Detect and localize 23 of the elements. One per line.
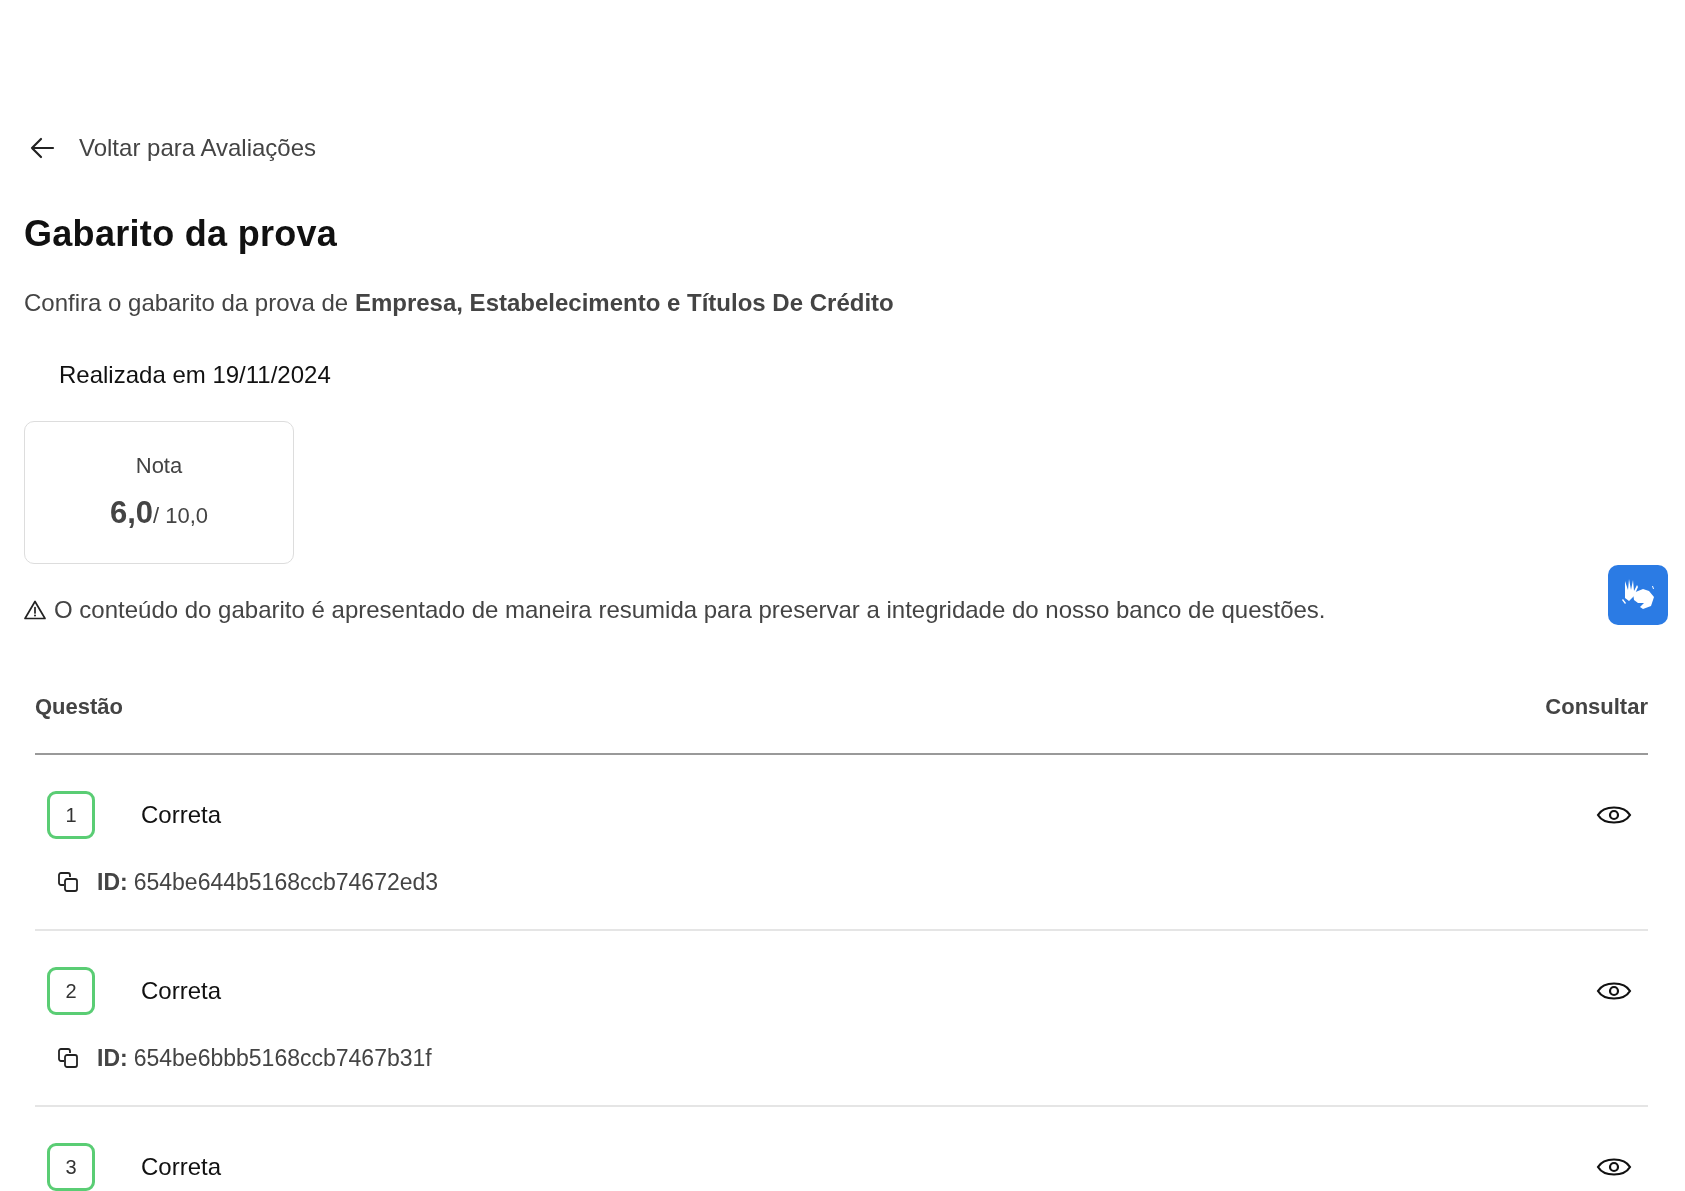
column-header: Questão	[35, 693, 124, 722]
answer-status: Correta	[141, 1152, 223, 1183]
notice-text: O conteúdo do gabarito é apresentado de maneira resumida para preservar a integridade do nosso banco de questões.	[54, 595, 1326, 626]
sign-language-button[interactable]	[1608, 565, 1668, 625]
question-number: 3	[47, 1143, 95, 1191]
question-id: ID: 654be6bbb5168ccb7467b31f	[96, 1044, 432, 1074]
question-number: 1	[47, 791, 95, 840]
back-arrow-icon[interactable]	[29, 137, 55, 159]
warning-icon	[24, 600, 46, 621]
copy-icon[interactable]	[57, 871, 79, 894]
exam-date: Realizada em 19/11/2024	[59, 360, 332, 391]
question-number: 2	[47, 967, 95, 1016]
answer-status: Correta	[141, 800, 223, 831]
grade-max: / 10,0	[153, 502, 209, 530]
column-header: Consultar	[1545, 693, 1648, 722]
answer-status: Correta	[141, 976, 223, 1007]
back-link[interactable]: Voltar para Avaliações	[79, 130, 317, 166]
copy-icon[interactable]	[57, 1047, 79, 1070]
grade-value: 6,0	[109, 493, 154, 532]
question-id: ID: 654be644b5168ccb74672ed3	[96, 868, 439, 898]
page-title: Gabarito da prova	[24, 212, 339, 256]
subtitle: Confira o gabarito da prova de Empresa, Estabelecimento e Títulos De Crédito	[24, 288, 895, 319]
grade-label: Nota	[135, 451, 183, 480]
